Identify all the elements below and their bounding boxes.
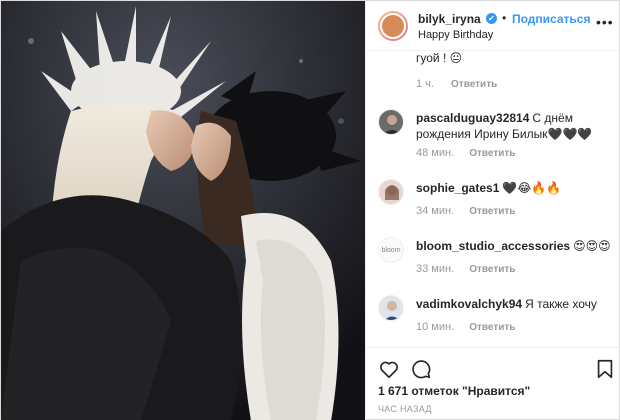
commenter-username[interactable]: pascalduguay32814 [416,111,529,125]
bloom-logo: bloom [381,247,401,254]
comment-body: pascalduguay32814 С днём рождения Ирину Б… [416,110,612,142]
comment-meta: 10 мин. Ответить [416,321,515,333]
comment-text: гуой ! 😐 [416,51,463,65]
separator-dot: • [502,11,507,25]
post-sidebar: bilyk_iryna ✔ • Подписаться Happy Birthd… [365,1,620,420]
comment-body: vadimkovalchyk94 Я также хочу [416,296,612,312]
post-image [1,1,365,420]
comment-time: 34 мин. [416,205,455,217]
comment-text: 😍😍😍 [573,239,611,253]
comment-time: 10 мин. [416,321,455,333]
bookmark-icon[interactable] [594,358,616,380]
reply-button[interactable]: Ответить [469,148,515,159]
post-location[interactable]: Happy Birthday [418,29,493,41]
author-avatar[interactable] [378,11,408,41]
comment-meta: 1 ч. Ответить [416,78,497,90]
comment-time: 1 ч. [416,78,434,90]
comment-item: pascalduguay32814 С днём рождения Ирину Б… [366,105,620,173]
commenter-avatar[interactable] [378,295,404,321]
reply-button[interactable]: Ответить [469,264,515,275]
reply-button[interactable]: Ответить [451,79,497,90]
reply-button[interactable]: Ответить [469,322,515,333]
likes-count[interactable]: 1 671 отметок "Нравится" [378,384,530,398]
post-header: bilyk_iryna ✔ • Подписаться Happy Birthd… [366,1,620,51]
comment-text: 🖤😂🔥🔥 [502,181,562,195]
posted-time: ЧАС НАЗАД [378,404,432,414]
post-frame: bilyk_iryna ✔ • Подписаться Happy Birthd… [0,0,620,420]
follow-button[interactable]: Подписаться [512,12,590,26]
comment-icon[interactable] [410,358,432,380]
comment-meta: 48 мин. Ответить [416,147,515,159]
author-username[interactable]: bilyk_iryna [418,12,481,26]
comment-body: sophie_gates1 🖤😂🔥🔥 [416,180,612,196]
comment-meta: 33 мин. Ответить [416,263,515,275]
comments-list[interactable]: гуой ! 😐 1 ч. Ответить pascalduguay32814… [366,51,620,347]
comment-body: bloom_studio_accessories 😍😍😍 [416,238,612,254]
comment-time: 48 мин. [416,147,455,159]
commenter-username[interactable]: sophie_gates1 [416,181,499,195]
reply-button[interactable]: Ответить [469,206,515,217]
verified-badge-icon: ✔ [486,13,497,24]
comment-meta: 34 мин. Ответить [416,205,515,217]
commenter-avatar[interactable]: bloom [378,237,404,263]
heart-icon[interactable] [378,358,400,380]
post-photo[interactable] [1,1,365,420]
comment-item: vadimkovalchyk94 Я также хочу 10 мин. Отв… [366,291,620,347]
more-options-icon[interactable]: ••• [596,14,614,30]
commenter-avatar[interactable] [378,109,404,135]
comment-text: Я также хочу [525,297,597,311]
comment-time: 33 мин. [416,263,455,275]
commenter-username[interactable]: vadimkovalchyk94 [416,297,522,311]
post-actions: 1 671 отметок "Нравится" ЧАС НАЗАД [366,347,620,420]
commenter-username[interactable]: bloom_studio_accessories [416,239,570,253]
commenter-avatar[interactable] [378,179,404,205]
